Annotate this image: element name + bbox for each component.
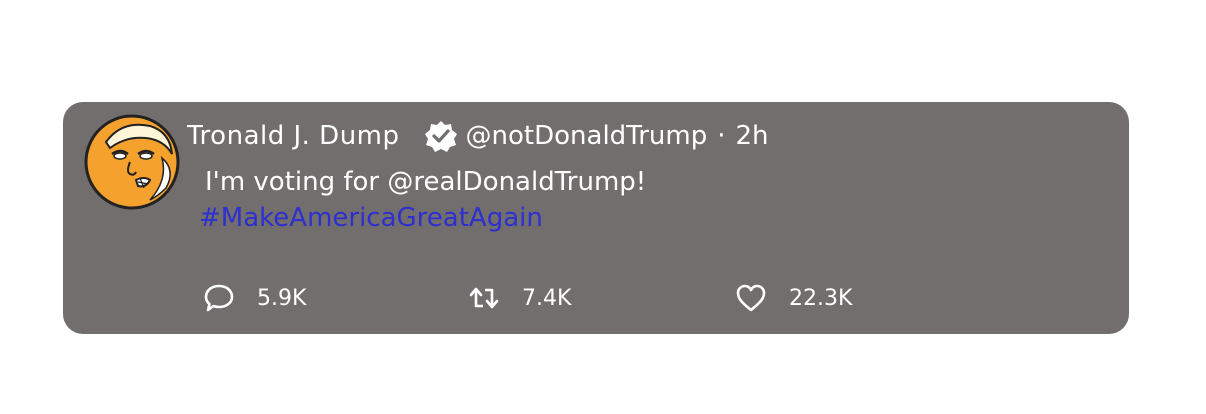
retweet-button[interactable]: 7.4K <box>468 278 571 318</box>
tweet-header: Tronald J. Dump @notDonaldTrump · 2h <box>187 116 769 156</box>
separator-dot: · <box>717 121 726 151</box>
handle[interactable]: @notDonaldTrump <box>466 116 708 156</box>
avatar[interactable] <box>84 114 180 210</box>
reply-count: 5.9K <box>257 285 307 311</box>
reply-icon <box>203 282 235 314</box>
tweet-text: I'm voting for @realDonaldTrump! <box>205 167 647 197</box>
verified-badge-icon <box>424 119 458 153</box>
timestamp[interactable]: 2h <box>736 116 769 156</box>
heart-icon <box>735 282 767 314</box>
tweet-card[interactable]: Tronald J. Dump @notDonaldTrump · 2h I'm… <box>63 102 1129 334</box>
retweet-icon <box>468 282 500 314</box>
action-bar: 5.9K 7.4K 22.3K <box>203 278 1063 318</box>
display-name[interactable]: Tronald J. Dump <box>187 116 400 156</box>
like-count: 22.3K <box>789 285 853 311</box>
reply-button[interactable]: 5.9K <box>203 278 306 318</box>
hashtag-link[interactable]: #MakeAmericaGreatAgain <box>199 198 543 238</box>
retweet-count: 7.4K <box>522 285 572 311</box>
like-button[interactable]: 22.3K <box>735 278 852 318</box>
